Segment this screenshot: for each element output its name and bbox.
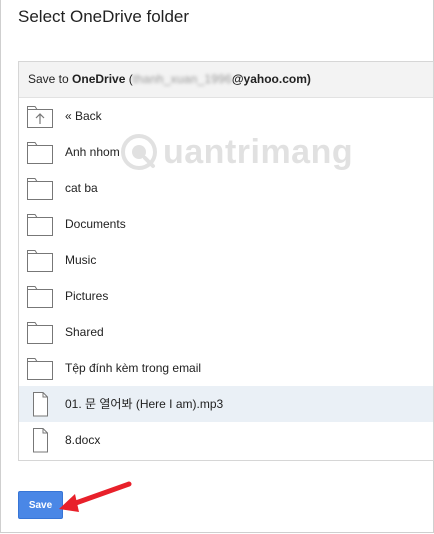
file-icon <box>26 427 54 453</box>
list-item-folder[interactable]: Shared <box>19 314 433 350</box>
dialog: Select OneDrive folder Save to OneDrive … <box>0 0 434 533</box>
header-service: OneDrive <box>72 72 126 86</box>
list-item-folder[interactable]: Pictures <box>19 278 433 314</box>
item-list: « Back Anh nhom cat ba Documents Music P… <box>19 98 433 458</box>
item-label: 8.docx <box>65 433 101 447</box>
folder-icon <box>26 175 54 201</box>
folder-icon <box>26 139 54 165</box>
item-label: 01. 문 열어봐 (Here I am).mp3 <box>65 397 224 411</box>
list-item-folder[interactable]: Tệp đính kèm trong email <box>19 350 433 386</box>
item-label: « Back <box>65 109 102 123</box>
dialog-title: Select OneDrive folder <box>18 7 190 26</box>
item-label: Shared <box>65 325 104 339</box>
item-label: Music <box>65 253 97 267</box>
list-item-file[interactable]: 8.docx <box>19 422 433 458</box>
header-paren: ( <box>125 72 133 86</box>
folder-browser: Save to OneDrive (thanh_xuan_1996@yahoo.… <box>18 61 434 461</box>
red-arrow-icon <box>59 481 132 512</box>
item-label: cat ba <box>65 181 98 195</box>
header-prefix: Save to <box>28 72 73 86</box>
item-label: Tệp đính kèm trong email <box>65 361 202 375</box>
file-icon <box>26 391 54 417</box>
folder-up-icon <box>26 103 54 129</box>
list-item-folder[interactable]: Documents <box>19 206 433 242</box>
item-label: Anh nhom <box>65 145 120 159</box>
folder-icon <box>26 283 54 309</box>
save-location-header: Save to OneDrive (thanh_xuan_1996@yahoo.… <box>19 62 433 98</box>
header-account-blurred: thanh_xuan_1996 <box>132 72 232 86</box>
folder-icon <box>26 211 54 237</box>
list-item-back[interactable]: « Back <box>19 98 433 134</box>
list-item-file[interactable]: 01. 문 열어봐 (Here I am).mp3 <box>19 386 433 422</box>
folder-icon <box>26 247 54 273</box>
item-label: Pictures <box>65 289 109 303</box>
header-account-domain: @yahoo.com) <box>231 72 311 86</box>
list-item-folder[interactable]: Anh nhom <box>19 134 433 170</box>
list-item-folder[interactable]: Music <box>19 242 433 278</box>
list-item-folder[interactable]: cat ba <box>19 170 433 206</box>
item-label: Documents <box>65 217 126 231</box>
folder-icon <box>26 355 54 381</box>
folder-icon <box>26 319 54 345</box>
